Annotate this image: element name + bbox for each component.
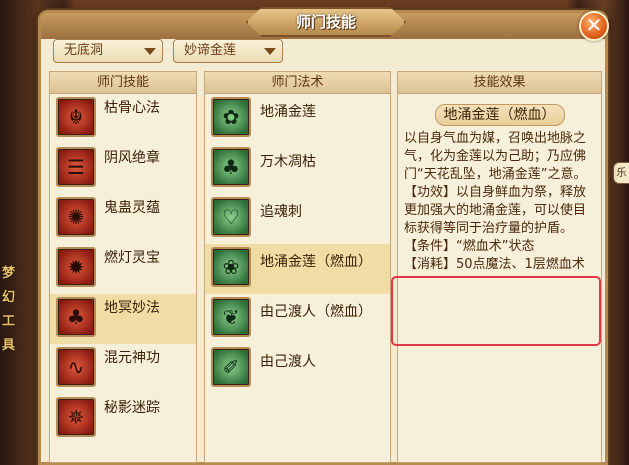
soul-thorn-icon: ♡ [211,197,251,237]
school-skills-panel: 师门技能 ☬ 枯骨心法 ☰ 阴风绝章 ✺ 鬼蛊灵蕴 ✹ 燃灯灵宝 ♣ 地冥妙法 ∿ 混元神功 ✵ 秘影迷踪 [49,71,197,463]
close-icon: ✕ [585,13,603,37]
skill-effect-panel: 技能效果 地涌金莲（燃血） 以自身气血为媒，召唤出地脉之气，化为金莲以为己助；乃… [397,71,602,463]
dialog-title: 师门技能 [246,7,406,37]
background-side-tab[interactable]: 乐 [613,162,629,184]
ghost-gu-icon: ✺ [56,197,96,237]
leaf-dagger-icon: ✐ [211,347,251,387]
school-skill-item-label: 枯骨心法 [104,100,160,116]
background-vertical-text: 梦幻工具 [2,266,16,353]
skeleton-meditation-icon: ☬ [56,97,96,137]
spell-item[interactable]: ♣ 万木凋枯 [205,144,390,194]
chaos-spirit-icon: ∿ [56,347,96,387]
spells-header: 师门法术 [205,72,390,94]
spell-item-label: 追魂刺 [260,204,302,220]
school-skill-item[interactable]: ✹ 燃灯灵宝 [50,244,196,294]
school-skills-header: 师门技能 [50,72,196,94]
spell-item-label: 万木凋枯 [260,154,316,170]
blood-lotus-icon: ❀ [211,247,251,287]
school-skill-item-label: 秘影迷踪 [104,400,160,416]
golden-lotus-icon: ✿ [211,97,251,137]
dark-wind-scroll-icon: ☰ [56,147,96,187]
school-skill-item-label: 鬼蛊灵蕴 [104,200,160,216]
leaf-transfer-icon: ❦ [211,297,251,337]
spell-item-label: 由己渡人（燃血） [260,304,372,320]
spells-panel: 师门法术 ✿ 地涌金莲 ♣ 万木凋枯 ♡ 追魂刺 ❀ 地涌金莲（燃血） ❦ 由己渡人（燃血） ✐ 由己… [204,71,391,463]
spell-item[interactable]: ❀ 地涌金莲（燃血） [205,244,390,294]
effect-skill-name: 地涌金莲（燃血） [434,104,565,126]
school-skill-item-label: 地冥妙法 [104,300,160,316]
spell-item-label: 地涌金莲（燃血） [260,254,372,270]
spell-item-label: 地涌金莲 [260,104,316,120]
effect-description: 以自身气血为媒，召唤出地脉之气，化为金莲以为己助；乃应佛门“天花乱坠，地涌金莲”… [404,131,587,272]
school-skill-item[interactable]: ✵ 秘影迷踪 [50,394,196,444]
highlight-box [391,276,601,346]
school-skill-item[interactable]: ∿ 混元神功 [50,344,196,394]
school-skill-item-label: 混元神功 [104,350,160,366]
school-skill-item[interactable]: ♣ 地冥妙法 [50,294,196,344]
school-skills-dialog: 师门技能 ✕ 无底洞 妙谛金莲 师门技能 ☬ 枯骨心法 ☰ 阴风绝章 ✺ 鬼蛊灵蕴 ✹ 燃灯灵… [38,7,609,465]
school-dropdown-value: 无底洞 [64,43,104,58]
school-skill-item[interactable]: ☰ 阴风绝章 [50,144,196,194]
school-dropdown[interactable]: 无底洞 [53,39,163,63]
spell-item[interactable]: ♡ 追魂刺 [205,194,390,244]
close-button[interactable]: ✕ [579,11,609,41]
spell-dropdown-value: 妙谛金莲 [184,43,237,58]
shadow-trace-icon: ✵ [56,397,96,437]
spell-item[interactable]: ✐ 由己渡人 [205,344,390,394]
spell-item[interactable]: ✿ 地涌金莲 [205,94,390,144]
skill-effect-header: 技能效果 [398,72,601,94]
spell-item-label: 由己渡人 [260,354,316,370]
underworld-art-icon: ♣ [56,297,96,337]
school-skill-item-label: 燃灯灵宝 [104,250,160,266]
chevron-down-icon [144,48,156,55]
school-skill-item[interactable]: ✺ 鬼蛊灵蕴 [50,194,196,244]
lamp-treasure-icon: ✹ [56,247,96,287]
spell-dropdown[interactable]: 妙谛金莲 [173,39,283,63]
school-skill-item[interactable]: ☬ 枯骨心法 [50,94,196,144]
chevron-down-icon [264,48,276,55]
withered-tree-icon: ♣ [211,147,251,187]
spell-item[interactable]: ❦ 由己渡人（燃血） [205,294,390,344]
school-skill-item-label: 阴风绝章 [104,150,160,166]
